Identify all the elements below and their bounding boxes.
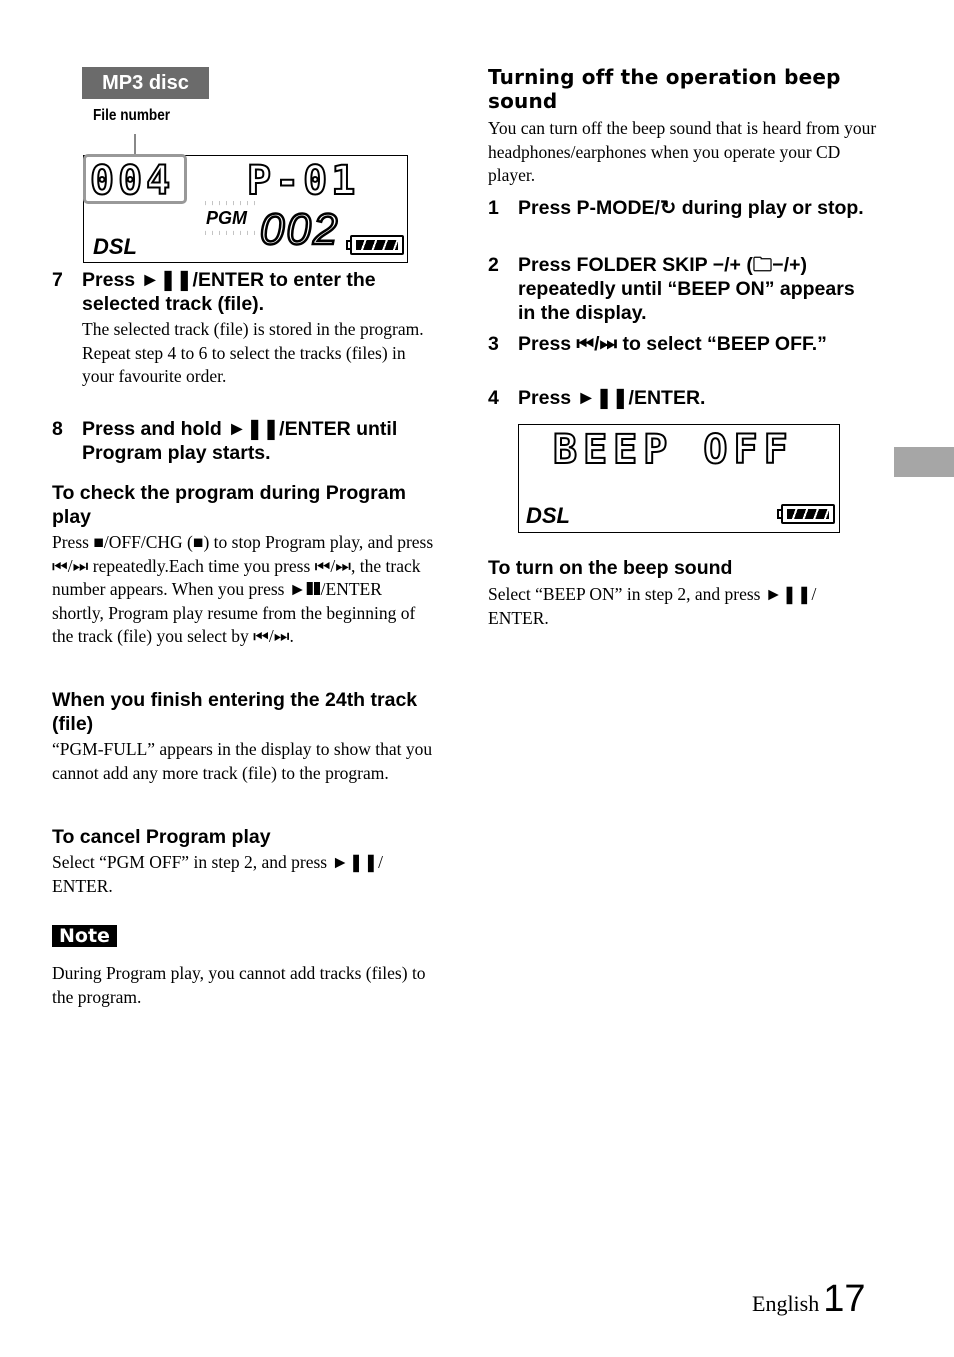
page-footer: English 17	[752, 1278, 866, 1321]
step-instruction: Press FOLDER SKIP −/+ (🗀−/+) repeatedly …	[518, 254, 855, 324]
section-thumb-tab	[894, 447, 954, 477]
section-heading: To check the program during Program play	[52, 482, 406, 528]
step-number: 3	[488, 333, 499, 355]
lcd-display-beep-off: BEEP OFF DSL	[518, 424, 840, 533]
beep-step-2: 2 Press FOLDER SKIP −/+ (🗀−/+) repeatedl…	[488, 253, 873, 325]
beep-step-1: 1 Press P-MODE/↻ during play or stop.	[488, 196, 873, 220]
section-check-program: To check the program during Program play…	[52, 481, 437, 649]
section-beep-off: Turning off the operation beep sound You…	[488, 65, 878, 188]
dsl-label: DSL	[526, 503, 570, 528]
section-body: Select “PGM OFF” in step 2, and press ►❚…	[52, 852, 383, 896]
step-number: 1	[488, 197, 499, 219]
step-number: 8	[52, 418, 63, 440]
beep-step-3: 3 Press ⏮/⏭ to select “BEEP OFF.”	[488, 332, 873, 356]
step-7: 7 Press ►❚❚/ENTER to enter the selected …	[52, 268, 442, 389]
step-number: 4	[488, 387, 499, 409]
section-heading: When you finish entering the 24th track …	[52, 689, 418, 735]
step-number: 2	[488, 254, 499, 276]
step-instruction: Press and hold ►❚❚/ENTER until Program p…	[82, 418, 398, 464]
section-finish-24th: When you finish entering the 24th track …	[52, 688, 437, 785]
step-instruction: Press ⏮/⏭ to select “BEEP OFF.”	[518, 333, 827, 355]
section-body: “PGM-FULL” appears in the display to sho…	[52, 739, 433, 783]
mp3-disc-tag: MP3 disc	[82, 67, 209, 99]
file-number-highlight	[83, 154, 187, 204]
lcd-beep-text: BEEP OFF	[552, 426, 794, 474]
step-number: 7	[52, 269, 63, 291]
pgm-indicator: PGM	[206, 208, 248, 228]
lcd-program-slot: P-01	[246, 157, 360, 205]
section-heading: To cancel Program play	[52, 826, 271, 848]
file-number-label: File number	[93, 107, 171, 124]
section-body: Select “BEEP ON” in step 2, and press ►❚…	[488, 584, 817, 628]
step-8: 8 Press and hold ►❚❚/ENTER until Program…	[52, 417, 442, 465]
note-body: During Program play, you cannot add trac…	[52, 963, 426, 1007]
battery-full-icon	[777, 504, 835, 524]
lcd-track-number: 002	[259, 204, 340, 255]
dsl-label: DSL	[93, 234, 137, 259]
section-cancel-program: To cancel Program play Select “PGM OFF” …	[52, 825, 437, 898]
step-instruction: Press ►❚❚/ENTER.	[518, 387, 706, 409]
note-block: Note During Program play, you cannot add…	[52, 921, 437, 1009]
section-heading: Turning off the operation beep sound	[488, 65, 841, 113]
callout-line	[134, 134, 136, 154]
section-body: Press ■/OFF/CHG (■) to stop Program play…	[52, 532, 434, 646]
battery-full-icon	[346, 235, 404, 255]
step-body-1: The selected track (file) is stored in t…	[82, 319, 424, 339]
footer-language: English	[752, 1291, 820, 1316]
step-body-2: Repeat step 4 to 6 to select the tracks …	[82, 342, 406, 387]
step-instruction: Press P-MODE/↻ during play or stop.	[518, 197, 864, 219]
section-turn-on-beep: To turn on the beep sound Select “BEEP O…	[488, 556, 873, 630]
page-number: 17	[823, 1278, 866, 1320]
beep-step-4: 4 Press ►❚❚/ENTER.	[488, 386, 873, 410]
step-instruction: Press ►❚❚/ENTER to enter the selected tr…	[82, 269, 376, 315]
section-heading: To turn on the beep sound	[488, 557, 733, 579]
section-intro: You can turn off the beep sound that is …	[488, 118, 877, 185]
note-label: Note	[52, 925, 117, 947]
